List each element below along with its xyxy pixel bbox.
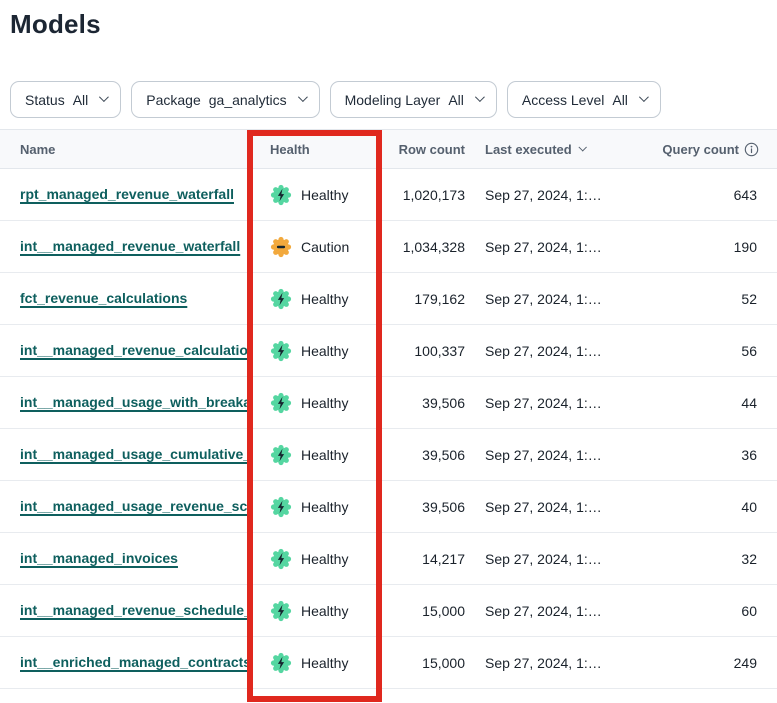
- query-count-value: 190: [640, 239, 777, 255]
- model-link[interactable]: int__managed_revenue_waterfall: [20, 238, 240, 254]
- last-executed-value: Sep 27, 2024, 1:…: [465, 395, 640, 411]
- row-count-value: 39,506: [380, 395, 465, 411]
- filter-package-label: Package: [146, 92, 200, 108]
- column-header-query-count-label: Query count: [662, 142, 739, 157]
- health-status-label: Healthy: [301, 499, 348, 515]
- column-header-name: Name: [0, 142, 247, 157]
- health-status-icon: [270, 548, 292, 570]
- info-icon[interactable]: [744, 142, 759, 157]
- filter-status-value: All: [73, 92, 89, 108]
- filter-bar: Status All Package ga_analytics Modeling…: [10, 81, 777, 118]
- health-status-icon: [270, 184, 292, 206]
- table-row: int__managed_usage_cumulative_… Healthy …: [0, 429, 777, 481]
- last-executed-value: Sep 27, 2024, 1:…: [465, 239, 640, 255]
- query-count-value: 56: [640, 343, 777, 359]
- row-count-value: 1,034,328: [380, 239, 465, 255]
- column-header-row-count: Row count: [380, 142, 465, 157]
- row-count-value: 1,020,173: [380, 187, 465, 203]
- filter-modeling-layer-value: All: [448, 92, 464, 108]
- query-count-value: 40: [640, 499, 777, 515]
- health-status-label: Healthy: [301, 187, 348, 203]
- row-count-value: 179,162: [380, 291, 465, 307]
- health-status-label: Healthy: [301, 603, 348, 619]
- health-status-icon: [270, 236, 292, 258]
- health-status-icon: [270, 444, 292, 466]
- filter-status-label: Status: [25, 92, 65, 108]
- chevron-down-icon: [298, 92, 308, 102]
- table-row: int__managed_revenue_schedule_… Healthy …: [0, 585, 777, 637]
- table-row: fct_revenue_calculations Healthy 179,162…: [0, 273, 777, 325]
- health-status-icon: [270, 288, 292, 310]
- model-link[interactable]: rpt_managed_revenue_waterfall: [20, 186, 234, 202]
- column-header-query-count: Query count: [640, 142, 777, 157]
- row-count-value: 39,506: [380, 499, 465, 515]
- query-count-value: 52: [640, 291, 777, 307]
- last-executed-value: Sep 27, 2024, 1:…: [465, 603, 640, 619]
- query-count-value: 249: [640, 655, 777, 671]
- table-row: int__managed_usage_revenue_sc… Healthy 3…: [0, 481, 777, 533]
- health-status-icon: [270, 600, 292, 622]
- last-executed-value: Sep 27, 2024, 1:…: [465, 343, 640, 359]
- last-executed-value: Sep 27, 2024, 1:…: [465, 447, 640, 463]
- health-status-icon: [270, 652, 292, 674]
- health-status-icon: [270, 340, 292, 362]
- table-row: int__managed_invoices Healthy 14,217 Sep…: [0, 533, 777, 585]
- model-link[interactable]: int__managed_revenue_schedule_…: [20, 602, 247, 618]
- table-row: int__managed_revenue_waterfall Caution 1…: [0, 221, 777, 273]
- chevron-down-icon: [99, 92, 109, 102]
- last-executed-value: Sep 27, 2024, 1:…: [465, 291, 640, 307]
- row-count-value: 14,217: [380, 551, 465, 567]
- models-table: Name Health Row count Last executed Quer…: [0, 129, 777, 689]
- table-row: int__managed_usage_with_breaka… Healthy …: [0, 377, 777, 429]
- model-link[interactable]: int__managed_usage_cumulative_…: [20, 446, 247, 462]
- health-status-label: Healthy: [301, 551, 348, 567]
- column-header-health: Health: [247, 142, 380, 157]
- health-status-icon: [270, 392, 292, 414]
- table-row: int__managed_revenue_calculations Health…: [0, 325, 777, 377]
- filter-modeling-layer[interactable]: Modeling Layer All: [330, 81, 497, 118]
- table-header-row: Name Health Row count Last executed Quer…: [0, 129, 777, 169]
- query-count-value: 36: [640, 447, 777, 463]
- row-count-value: 39,506: [380, 447, 465, 463]
- page-title: Models: [10, 9, 777, 40]
- filter-package[interactable]: Package ga_analytics: [131, 81, 319, 118]
- query-count-value: 643: [640, 187, 777, 203]
- filter-access-level[interactable]: Access Level All: [507, 81, 661, 118]
- health-status-label: Healthy: [301, 447, 348, 463]
- column-header-last-executed-label: Last executed: [485, 142, 572, 157]
- filter-access-level-label: Access Level: [522, 92, 604, 108]
- last-executed-value: Sep 27, 2024, 1:…: [465, 655, 640, 671]
- model-link[interactable]: fct_revenue_calculations: [20, 290, 187, 306]
- last-executed-value: Sep 27, 2024, 1:…: [465, 187, 640, 203]
- model-link[interactable]: int__enriched_managed_contracts: [20, 654, 247, 670]
- health-status-label: Healthy: [301, 395, 348, 411]
- health-status-label: Healthy: [301, 291, 348, 307]
- model-link[interactable]: int__managed_revenue_calculations: [20, 342, 247, 358]
- query-count-value: 44: [640, 395, 777, 411]
- filter-package-value: ga_analytics: [209, 92, 287, 108]
- health-status-label: Healthy: [301, 343, 348, 359]
- chevron-down-icon: [475, 92, 485, 102]
- query-count-value: 32: [640, 551, 777, 567]
- sort-chevron-icon: [578, 143, 586, 151]
- table-row: int__enriched_managed_contracts Healthy …: [0, 637, 777, 689]
- filter-access-level-value: All: [612, 92, 628, 108]
- health-status-label: Healthy: [301, 655, 348, 671]
- query-count-value: 60: [640, 603, 777, 619]
- health-status-icon: [270, 496, 292, 518]
- filter-modeling-layer-label: Modeling Layer: [345, 92, 441, 108]
- column-header-last-executed[interactable]: Last executed: [465, 142, 640, 157]
- model-link[interactable]: int__managed_usage_with_breaka…: [20, 394, 247, 410]
- chevron-down-icon: [639, 92, 649, 102]
- health-status-label: Caution: [301, 239, 349, 255]
- table-row: rpt_managed_revenue_waterfall Healthy 1,…: [0, 169, 777, 221]
- model-link[interactable]: int__managed_usage_revenue_sc…: [20, 498, 247, 514]
- last-executed-value: Sep 27, 2024, 1:…: [465, 499, 640, 515]
- model-link[interactable]: int__managed_invoices: [20, 550, 178, 566]
- filter-status[interactable]: Status All: [10, 81, 121, 118]
- row-count-value: 100,337: [380, 343, 465, 359]
- last-executed-value: Sep 27, 2024, 1:…: [465, 551, 640, 567]
- row-count-value: 15,000: [380, 655, 465, 671]
- row-count-value: 15,000: [380, 603, 465, 619]
